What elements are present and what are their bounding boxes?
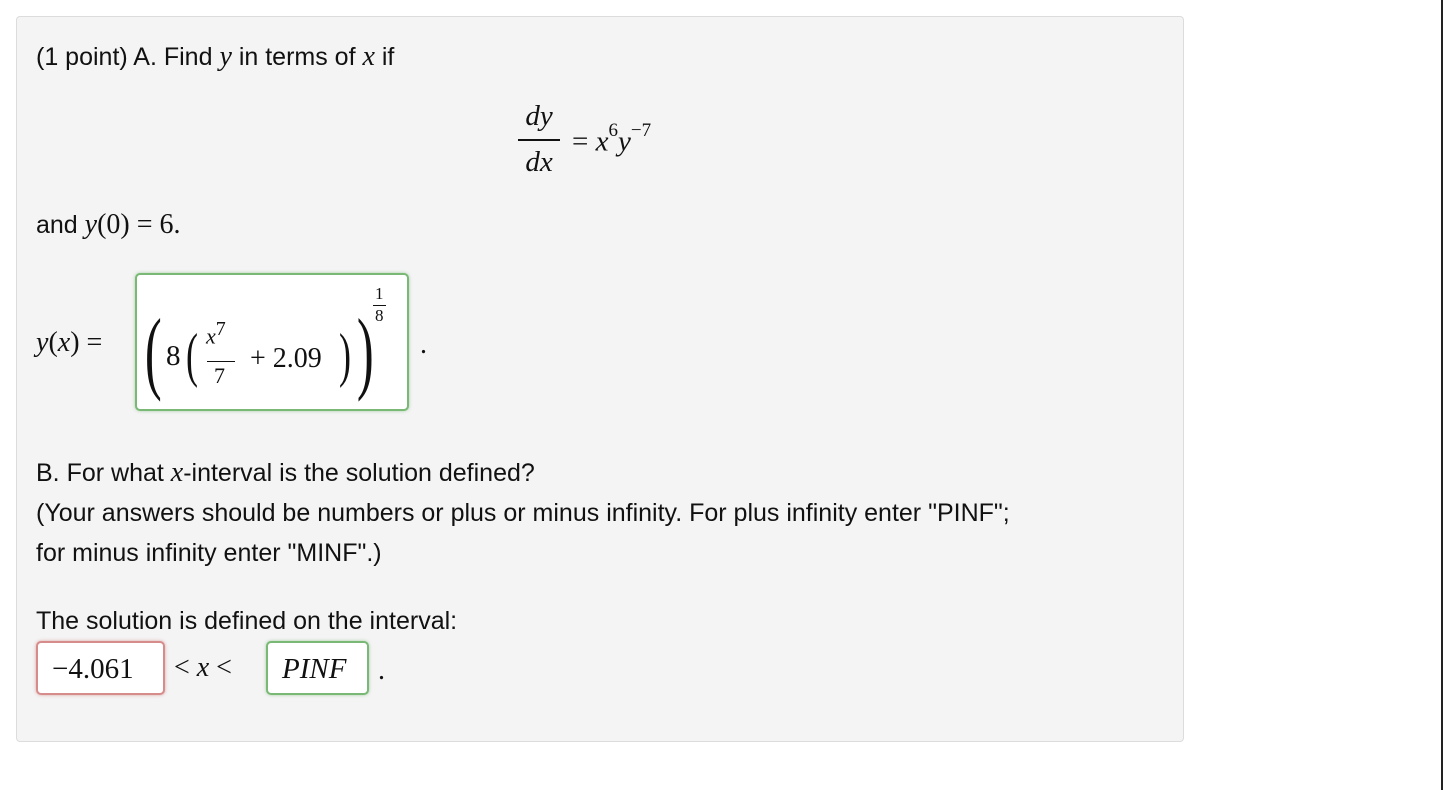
equation-x: x <box>595 125 609 158</box>
answer-label-y: y <box>36 327 49 358</box>
equation-equals: = <box>572 125 589 158</box>
equation-y-exponent: −7 <box>630 120 652 141</box>
answer-frac-numerator: x7 <box>206 318 226 349</box>
answer-exp-denominator: 8 <box>375 306 384 325</box>
equation-numerator: dy <box>525 100 553 132</box>
lower-bound-value: −4.061 <box>52 653 134 685</box>
condition-y: y <box>84 209 98 240</box>
answer-frac-x: x <box>206 323 216 349</box>
part-b-question: B. For what x-interval is the solution d… <box>36 458 535 488</box>
equation-rhs: = x6y−7 <box>572 120 651 159</box>
prompt-text-3: if <box>374 43 395 71</box>
window-edge <box>1441 0 1443 790</box>
interval-x: x <box>196 652 210 683</box>
answer-label: y(x) = <box>36 328 102 358</box>
equation-x-exponent: 6 <box>608 120 618 141</box>
condition-rest: (0) = 6. <box>97 209 181 240</box>
prompt-text-1: (1 point) A. Find <box>36 43 220 71</box>
upper-bound-input[interactable]: PINF <box>266 641 369 695</box>
prompt-var-y: y <box>219 41 232 72</box>
outer-paren-close: ) <box>356 300 374 402</box>
condition-prefix: and <box>36 211 85 239</box>
answer-coefficient: 8 <box>166 340 181 372</box>
upper-bound-value: PINF <box>282 653 347 685</box>
equation-denominator: dx <box>525 146 553 178</box>
part-b-var: x <box>170 457 184 488</box>
answer-label-rest: ) = <box>70 327 103 358</box>
inner-paren-close: ) <box>338 322 351 388</box>
interval-label: The solution is defined on the interval: <box>36 607 458 635</box>
equation-fraction-bar <box>518 139 560 141</box>
answer-frac-bar <box>207 361 235 362</box>
interval-lt-1: < <box>174 652 190 683</box>
part-b-prefix: B. For what <box>36 459 171 487</box>
lower-bound-input[interactable]: −4.061 <box>36 641 165 695</box>
prompt-text-2: in terms of <box>231 43 363 71</box>
outer-paren-open: ( <box>144 300 162 402</box>
equation-y: y <box>617 125 631 158</box>
answer-label-paren: ( <box>48 327 58 358</box>
inner-paren-open: ( <box>185 322 198 388</box>
initial-condition: and y(0) = 6. <box>36 210 181 240</box>
part-a-prompt: (1 point) A. Find y in terms of x if <box>36 42 394 72</box>
answer-exp-numerator: 1 <box>375 284 384 303</box>
prompt-var-x: x <box>362 41 375 72</box>
part-b-note-2: for minus infinity enter "MINF".) <box>36 539 382 567</box>
part-b-note-1: (Your answers should be numbers or plus … <box>36 499 1010 527</box>
part-b-suffix: -interval is the solution defined? <box>183 459 535 487</box>
answer-plus-constant: + 2.09 <box>250 343 322 374</box>
answer-frac-exp: 7 <box>215 318 226 340</box>
answer-trailing-dot: . <box>420 329 427 360</box>
interval-lt-2: < <box>216 652 232 683</box>
answer-label-x: x <box>57 327 71 358</box>
interval-middle: < x < <box>174 653 232 683</box>
interval-trailing-dot: . <box>378 655 385 686</box>
answer-frac-denominator: 7 <box>214 363 225 388</box>
